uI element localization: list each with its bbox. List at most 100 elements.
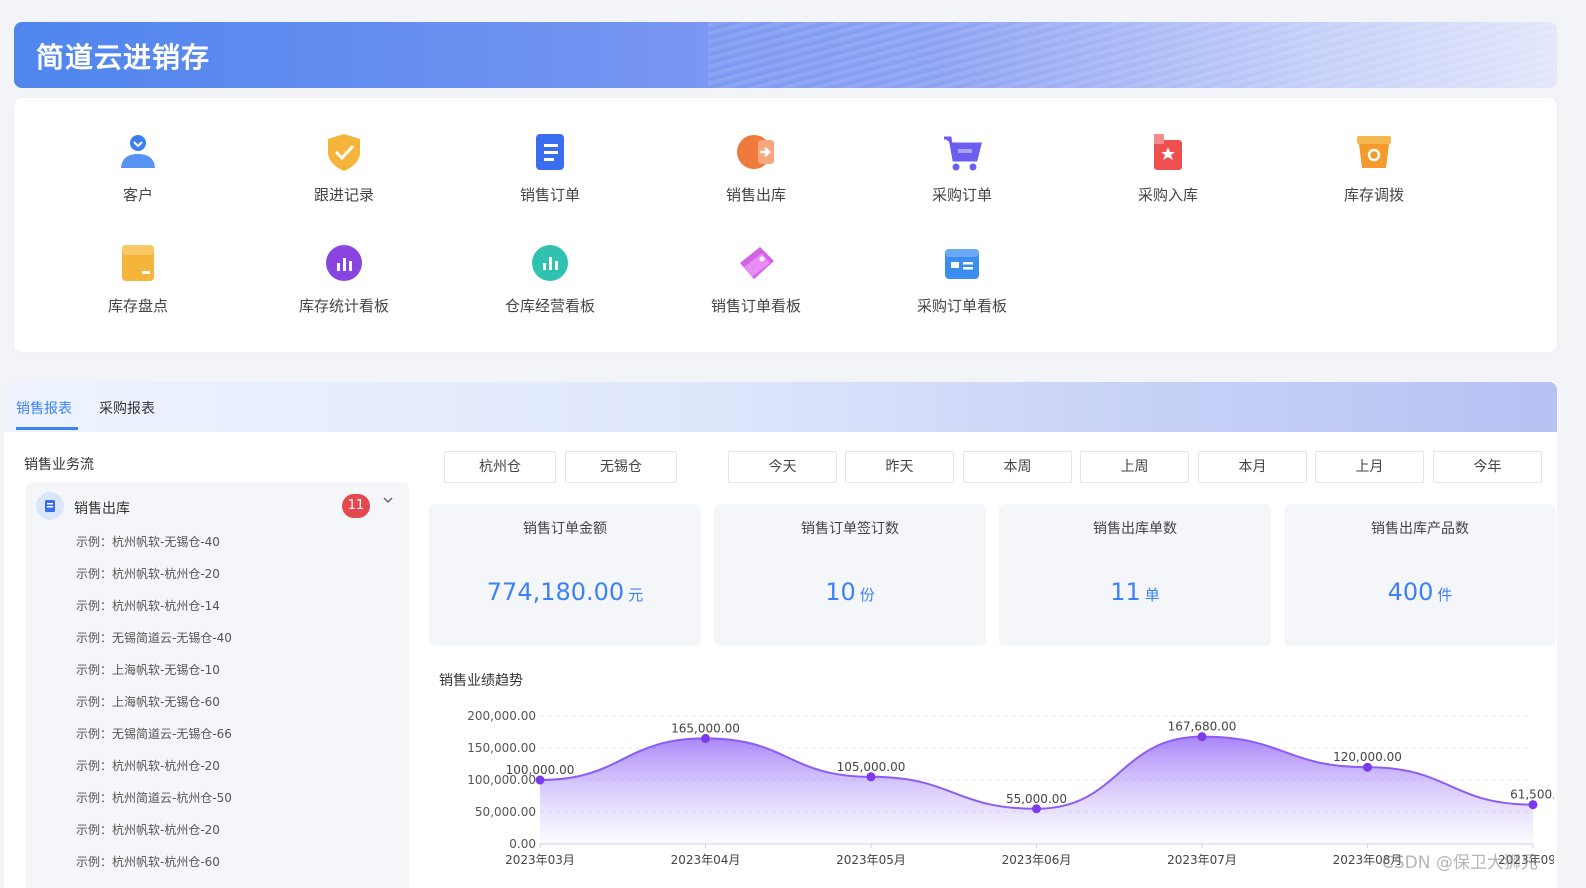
- app-label: 客户: [122, 186, 153, 204]
- app-label: 采购订单: [931, 186, 992, 204]
- calendar-board-icon: [945, 249, 979, 279]
- app-label: 销售出库: [725, 186, 786, 204]
- stat-value: 11: [1110, 578, 1141, 606]
- app-label: 仓库经营看板: [504, 297, 595, 315]
- shield-check-icon: [328, 134, 360, 171]
- filter-period-yesterday[interactable]: 昨天: [845, 451, 954, 483]
- y-tick-label: 200,000.00: [467, 709, 536, 723]
- app-label: 库存调拨: [1343, 186, 1404, 204]
- app-label: 采购入库: [1137, 186, 1198, 204]
- filter-period-today[interactable]: 今天: [728, 451, 837, 483]
- app-purchase-inbound[interactable]: 采购入库: [1088, 130, 1248, 205]
- x-tick-label: 2023年07月: [1167, 853, 1237, 867]
- data-label: 61,500.: [1510, 788, 1554, 802]
- stat-unit: 件: [1437, 586, 1453, 604]
- x-tick-label: 2023年04月: [671, 853, 741, 867]
- flow-group-label[interactable]: 销售出库: [74, 498, 130, 518]
- stat-outbound-count: 销售出库单数 11 单: [999, 504, 1271, 646]
- list-item[interactable]: 示例：杭州帆软-杭州仓-20: [76, 566, 232, 598]
- stat-sales-orders: 销售订单签订数 10 份: [714, 504, 986, 646]
- app-customer[interactable]: 客户: [58, 130, 218, 205]
- app-follow-up[interactable]: 跟进记录: [264, 130, 424, 205]
- x-tick-label: 2023年05月: [836, 853, 906, 867]
- app-label: 库存盘点: [107, 297, 168, 315]
- app-sales-outbound[interactable]: 销售出库: [676, 130, 836, 205]
- x-tick-label: 2023年06月: [1002, 853, 1072, 867]
- ticket-icon: [740, 247, 774, 279]
- list-item[interactable]: 示例：杭州帆软-杭州仓-20: [76, 758, 232, 790]
- filter-period-this-week[interactable]: 本周: [963, 451, 1072, 483]
- list-item[interactable]: 示例：杭州帆软-无锡仓-40: [76, 534, 232, 566]
- app-shortcuts-panel: 客户 跟进记录 销售订单 销售出库 采购订单 采购入库 库存调拨 库存盘点 库存…: [14, 98, 1557, 352]
- list-item[interactable]: 示例：杭州帆软-杭州仓-60: [76, 854, 232, 886]
- filter-period-last-month[interactable]: 上月: [1315, 451, 1424, 483]
- stats-circle-icon: [326, 245, 362, 281]
- list-item[interactable]: 示例：上海帆软-无锡仓-10: [76, 662, 232, 694]
- header-banner: 简道云进销存: [14, 22, 1557, 88]
- stat-outbound-products: 销售出库产品数 400 件: [1284, 504, 1556, 646]
- stat-sales-amount: 销售订单金额 774,180.00 元: [429, 504, 701, 646]
- data-label: 120,000.00: [1333, 750, 1402, 764]
- y-tick-label: 0.00: [509, 837, 536, 851]
- stat-value: 400: [1387, 578, 1434, 606]
- stat-value-group: 774,180.00 元: [429, 578, 701, 606]
- list-item[interactable]: 示例：上海帆软-无锡仓-60: [76, 694, 232, 726]
- list-item[interactable]: 示例：无锡简道云-无锡仓-40: [76, 630, 232, 662]
- transfer-box-icon: [1357, 136, 1391, 168]
- trend-title: 销售业绩趋势: [439, 673, 523, 689]
- outbound-icon: [737, 135, 774, 169]
- app-label: 销售订单: [519, 186, 580, 204]
- app-label: 销售订单看板: [710, 297, 801, 315]
- stat-value-group: 11 单: [999, 578, 1271, 606]
- app-purchase-order[interactable]: 采购订单: [882, 130, 1042, 205]
- x-tick-label: 2023年03月: [505, 853, 575, 867]
- app-sales-order[interactable]: 销售订单: [470, 130, 630, 205]
- filter-period-this-year[interactable]: 今年: [1433, 451, 1542, 483]
- document-icon: [36, 492, 64, 520]
- sales-trend-chart: 0.00 50,000.00 100,000.00 150,000.00 200,000…: [467, 709, 1554, 867]
- stat-value-group: 10 份: [714, 578, 986, 606]
- data-label: 167,680.00: [1168, 720, 1237, 734]
- stat-label: 销售出库产品数: [1371, 521, 1469, 537]
- inventory-box-icon: [122, 245, 154, 281]
- data-label: 100,000.00: [506, 763, 575, 777]
- stat-label: 销售订单金额: [523, 521, 607, 537]
- y-tick-label: 50,000.00: [475, 805, 536, 819]
- count-badge: 11: [342, 494, 370, 518]
- app-stock-dashboard[interactable]: 库存统计看板: [264, 241, 424, 316]
- app-sales-order-dashboard[interactable]: 销售订单看板: [676, 241, 836, 316]
- list-item[interactable]: 示例：杭州简道云-杭州仓-50: [76, 790, 232, 822]
- active-tab-indicator: [16, 427, 78, 430]
- stat-unit: 份: [859, 586, 875, 604]
- y-tick-label: 150,000.00: [467, 741, 536, 755]
- document-icon: [536, 134, 564, 170]
- chevron-down-icon[interactable]: [382, 494, 394, 510]
- list-item[interactable]: 示例：杭州帆软-杭州仓-20: [76, 822, 232, 854]
- stat-label: 销售订单签订数: [801, 521, 899, 537]
- warehouse-chart-icon: [532, 245, 568, 281]
- app-warehouse-dashboard[interactable]: 仓库经营看板: [470, 241, 630, 316]
- filter-warehouse-wuxi[interactable]: 无锡仓: [565, 451, 677, 483]
- sales-flow-title: 销售业务流: [24, 457, 94, 473]
- list-item[interactable]: 示例：杭州帆软-杭州仓-14: [76, 598, 232, 630]
- stat-value: 774,180.00: [486, 578, 625, 606]
- list-item[interactable]: 示例：无锡简道云-无锡仓-66: [76, 726, 232, 758]
- data-label: 165,000.00: [671, 721, 740, 735]
- app-stock-count[interactable]: 库存盘点: [58, 241, 218, 316]
- filter-warehouse-hangzhou[interactable]: 杭州仓: [444, 451, 556, 483]
- filter-period-this-month[interactable]: 本月: [1198, 451, 1307, 483]
- stat-value: 10: [825, 578, 856, 606]
- stat-unit: 单: [1144, 586, 1160, 604]
- data-label: 105,000.00: [837, 760, 906, 774]
- tab-sales-report[interactable]: 销售报表: [16, 398, 72, 418]
- tab-purchase-report[interactable]: 采购报表: [99, 398, 155, 418]
- sales-flow-panel: 销售出库 11 示例：杭州帆软-无锡仓-40 示例：杭州帆软-杭州仓-20 示例…: [26, 482, 409, 888]
- filter-period-last-week[interactable]: 上周: [1080, 451, 1189, 483]
- stat-unit: 元: [628, 586, 644, 604]
- app-stock-transfer[interactable]: 库存调拨: [1294, 130, 1454, 205]
- cart-icon: [944, 136, 982, 171]
- app-title: 简道云进销存: [36, 41, 211, 74]
- app-purchase-order-dashboard[interactable]: 采购订单看板: [882, 241, 1042, 316]
- report-tabs: 销售报表 采购报表: [4, 382, 1557, 432]
- app-label: 采购订单看板: [916, 297, 1007, 315]
